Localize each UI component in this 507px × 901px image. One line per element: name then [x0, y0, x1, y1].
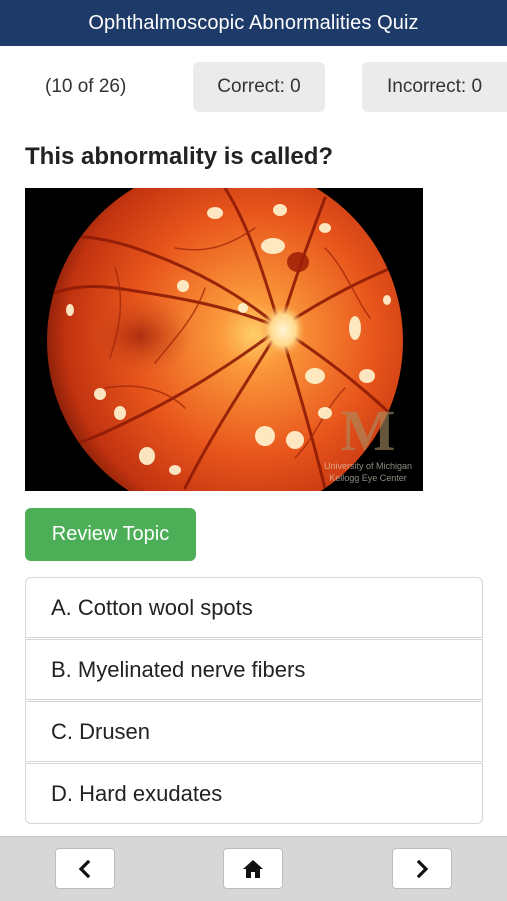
bottom-nav-bar	[0, 836, 507, 901]
chevron-left-icon	[78, 859, 91, 878]
review-topic-button[interactable]: Review Topic	[25, 508, 196, 561]
home-button[interactable]	[223, 848, 283, 889]
chevron-right-icon	[416, 859, 429, 878]
svg-text:Kellogg Eye Center: Kellogg Eye Center	[329, 473, 407, 483]
fundus-photo: M University of Michigan Kellogg Eye Cen…	[25, 188, 423, 491]
answer-option-b[interactable]: B. Myelinated nerve fibers	[25, 639, 483, 700]
home-icon	[243, 859, 263, 878]
next-button[interactable]	[392, 848, 452, 889]
correct-count-badge: Correct: 0	[193, 62, 325, 112]
answer-option-c[interactable]: C. Drusen	[25, 701, 483, 762]
svg-text:University of Michigan: University of Michigan	[324, 461, 412, 471]
question-progress: (10 of 26)	[45, 76, 127, 97]
app-title: Ophthalmoscopic Abnormalities Quiz	[88, 11, 419, 34]
answer-list: A. Cotton wool spots B. Myelinated nerve…	[25, 577, 483, 824]
svg-text:M: M	[341, 398, 396, 463]
incorrect-count-badge: Incorrect: 0	[362, 62, 507, 112]
answer-option-d[interactable]: D. Hard exudates	[25, 763, 483, 824]
previous-button[interactable]	[55, 848, 115, 889]
question-text: This abnormality is called?	[25, 143, 334, 170]
app-title-bar: Ophthalmoscopic Abnormalities Quiz	[0, 0, 507, 46]
status-row: (10 of 26) Correct: 0 Incorrect: 0	[0, 62, 507, 112]
answer-option-a[interactable]: A. Cotton wool spots	[25, 577, 483, 638]
